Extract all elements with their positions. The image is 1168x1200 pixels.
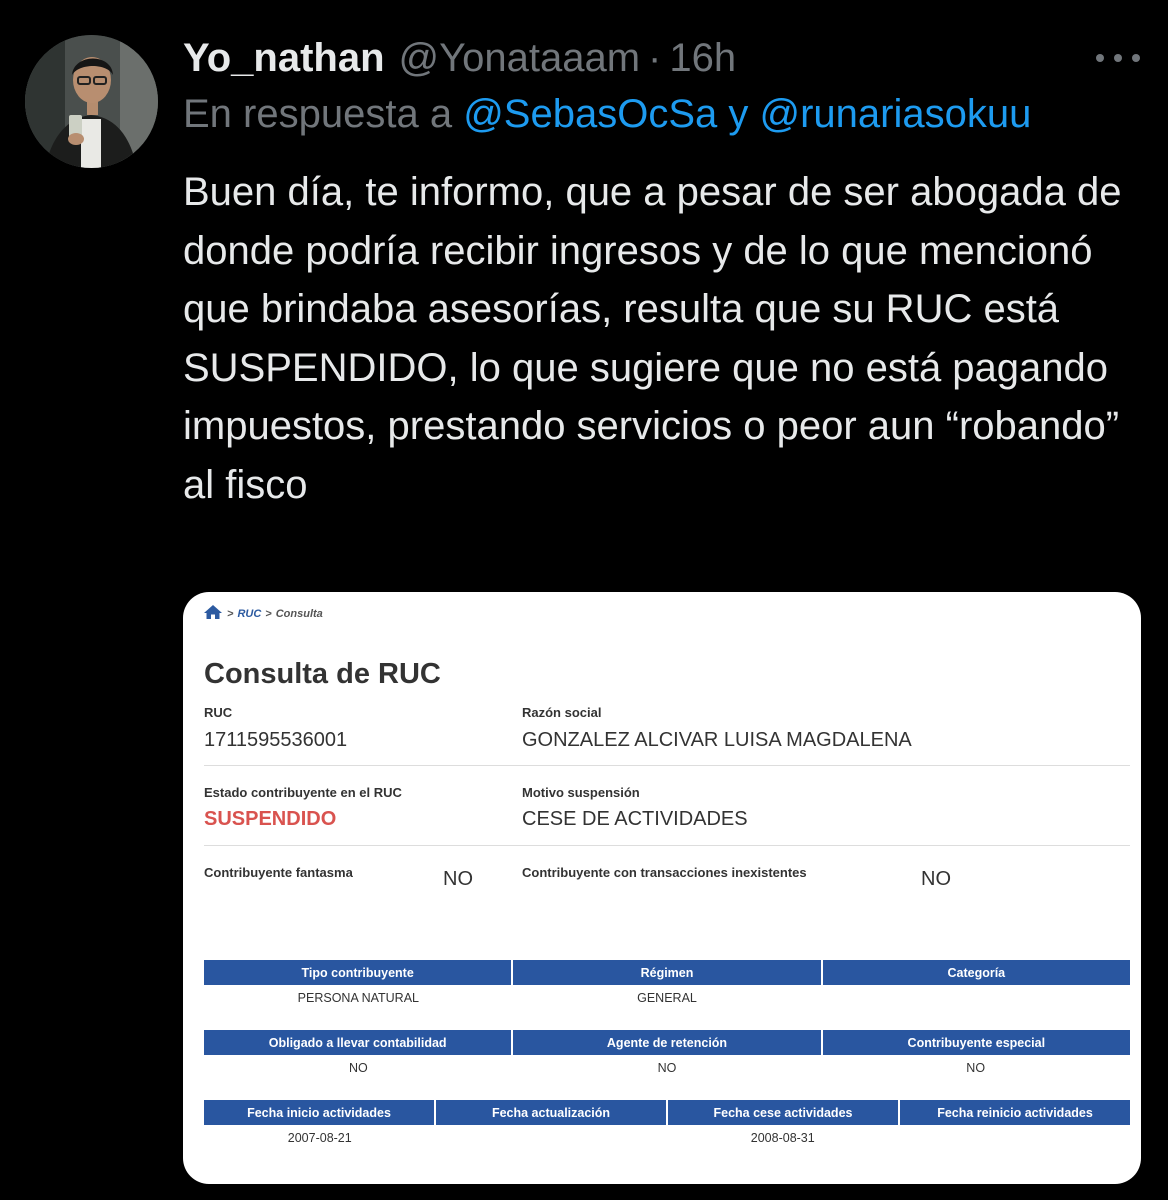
table-header: Agente de retención [513, 1030, 823, 1055]
reply-prefix: En respuesta a [183, 92, 453, 136]
table-header: Fecha inicio actividades [204, 1100, 436, 1125]
breadcrumb-separator: > [227, 607, 234, 620]
table-cell [821, 985, 1130, 1011]
table-cell: GENERAL [637, 991, 697, 1005]
motivo-suspension-value: CESE DE ACTIVIDADES [522, 808, 748, 830]
home-icon[interactable] [203, 604, 223, 623]
page-title: Consulta de RUC [204, 658, 441, 690]
contribuyente-fantasma-value: NO [443, 868, 473, 890]
reply-context: En respuesta a @SebasOcSa y @runariasoku… [183, 92, 1031, 137]
transacciones-inexistentes-label: Contribuyente con transacciones inexiste… [522, 865, 807, 880]
table-header: Contribuyente especial [907, 1035, 1046, 1050]
reply-mention-sebasocsa[interactable]: @SebasOcSa [463, 92, 717, 136]
table-header: Fecha reinicio actividades [937, 1105, 1093, 1120]
ruc-value: 1711595536001 [204, 729, 348, 751]
table-cell: NO [348, 1061, 368, 1075]
table-header: Fecha cese actividades [668, 1100, 900, 1125]
table-header: Categoría [947, 965, 1006, 980]
tipo-regimen-table: Tipo contribuyente Régimen Categoría PER… [204, 960, 1130, 1011]
divider [204, 765, 1130, 766]
table-header: Obligado a llevar contabilidad [204, 1030, 514, 1055]
divider [204, 845, 1130, 846]
table-cell: 2007-08-21 [287, 1131, 352, 1145]
table-cell [899, 1125, 1131, 1151]
estado-value: SUSPENDIDO [204, 808, 337, 830]
estado-label: Estado contribuyente en el RUC [204, 785, 402, 800]
transacciones-inexistentes-value: NO [921, 868, 951, 890]
table-header: Tipo contribuyente [204, 960, 514, 985]
table-header: Régimen [513, 960, 823, 985]
tweet-header: Yo_nathan @Yonataaam · 16h [183, 28, 1148, 88]
separator-dot: · [648, 35, 662, 80]
breadcrumb-link-ruc[interactable]: RUC [237, 608, 261, 620]
more-icon[interactable] [1096, 40, 1140, 76]
tweet-text: Buen día, te informo, que a pesar de ser… [183, 170, 1122, 507]
table-cell: NO [966, 1061, 986, 1075]
razon-social-label: Razón social [522, 705, 602, 720]
breadcrumb-separator: > [265, 607, 272, 620]
table-cell [436, 1125, 668, 1151]
breadcrumb: > RUC > Consulta [203, 604, 323, 623]
attached-image-ruc-consulta[interactable]: > RUC > Consulta Consulta de RUC RUC 171… [183, 592, 1141, 1184]
razon-social-value: GONZALEZ ALCIVAR LUISA MAGDALENA [522, 729, 912, 751]
tweet-timestamp[interactable]: 16h [669, 36, 736, 81]
reply-joiner: y [728, 92, 749, 136]
author-handle[interactable]: @Yonataaam [399, 36, 641, 81]
avatar[interactable] [25, 35, 158, 168]
ruc-label: RUC [204, 705, 233, 720]
table-cell: NO [657, 1061, 677, 1075]
reply-mention-runariasokuu[interactable]: @runariasokuu [760, 92, 1032, 136]
breadcrumb-current: Consulta [275, 607, 323, 620]
author-name[interactable]: Yo_nathan [183, 36, 385, 81]
table-cell: PERSONA NATURAL [297, 991, 419, 1005]
fechas-table: Fecha inicio actividades Fecha actualiza… [204, 1100, 1130, 1151]
table-cell: 2008-08-31 [750, 1131, 815, 1145]
obligaciones-table: Obligado a llevar contabilidad Agente de… [204, 1030, 1130, 1081]
table-header: Fecha actualización [436, 1100, 668, 1125]
motivo-suspension-label: Motivo suspensión [522, 785, 640, 800]
contribuyente-fantasma-label: Contribuyente fantasma [204, 865, 353, 880]
